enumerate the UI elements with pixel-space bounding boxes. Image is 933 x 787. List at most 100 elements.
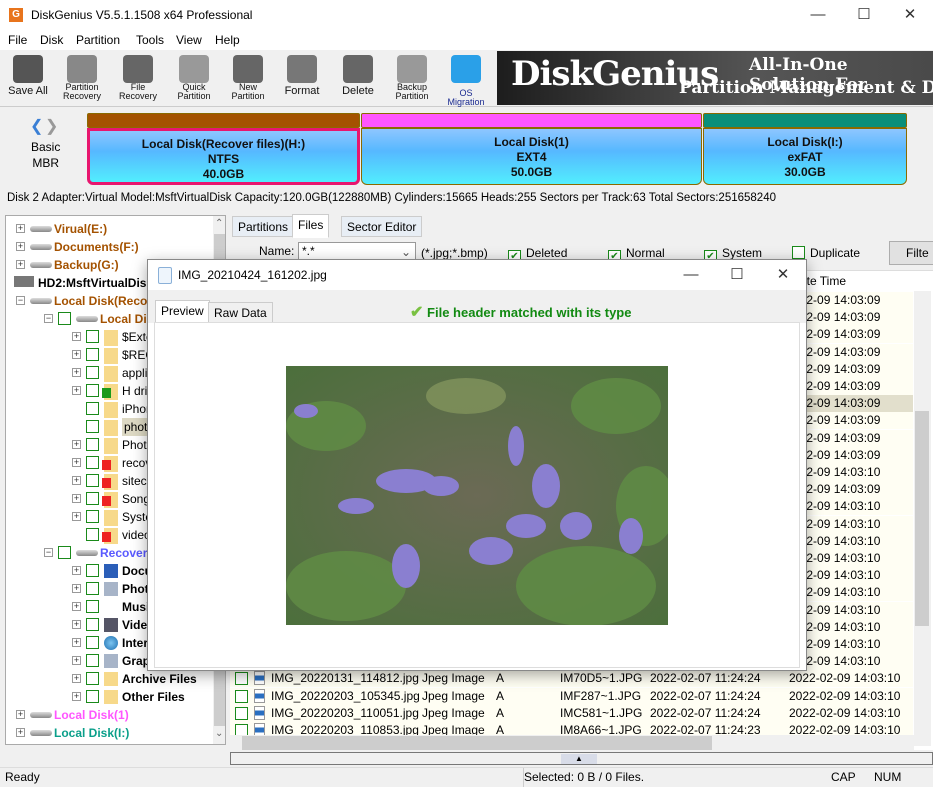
horizontal-scrollbar-thumb[interactable] xyxy=(242,736,712,750)
table-row[interactable]: IMG_20220131_114812.jpg Jpeg Image A IM70D5… xyxy=(230,670,913,688)
checkbox-box[interactable] xyxy=(792,246,805,259)
expand-minus-icon[interactable]: − xyxy=(44,548,53,557)
expand-plus-icon[interactable]: + xyxy=(16,242,25,251)
checkbox[interactable] xyxy=(86,384,99,397)
expand-plus-icon[interactable]: + xyxy=(72,584,81,593)
dialog-close-button[interactable]: ✕ xyxy=(760,260,806,288)
checkbox[interactable] xyxy=(86,618,99,631)
filter-duplicate-checkbox[interactable]: Duplicate xyxy=(792,246,860,260)
scroll-up-icon[interactable]: ⌃ xyxy=(215,218,223,229)
tree-item[interactable]: + Archive Files xyxy=(6,670,211,688)
close-button[interactable]: ✕ xyxy=(887,0,933,30)
toolbar-save-all-button[interactable]: Save All xyxy=(2,53,54,105)
checkbox[interactable] xyxy=(86,456,99,469)
expand-plus-icon[interactable]: + xyxy=(72,602,81,611)
menu-help[interactable]: Help xyxy=(215,33,240,47)
checkbox[interactable] xyxy=(86,564,99,577)
toolbar-new-partition-button[interactable]: New Partition xyxy=(222,53,274,105)
maximize-button[interactable]: ☐ xyxy=(841,0,887,30)
checkbox[interactable] xyxy=(86,582,99,595)
tree-item[interactable]: + Other Files xyxy=(6,688,211,706)
checkbox[interactable] xyxy=(58,312,71,325)
tab-partitions[interactable]: Partitions xyxy=(232,216,295,237)
expand-plus-icon[interactable]: + xyxy=(72,494,81,503)
tree-item[interactable]: + Local Disk(I:) xyxy=(6,724,211,742)
table-row[interactable]: IMG_20220203_105345.jpg Jpeg Image A IMF287… xyxy=(230,687,913,705)
tree-item[interactable]: + Local Disk(1) xyxy=(6,706,211,724)
checkbox[interactable] xyxy=(86,600,99,613)
expand-plus-icon[interactable]: + xyxy=(72,692,81,701)
checkbox[interactable] xyxy=(86,636,99,649)
row-checkbox[interactable] xyxy=(235,706,248,720)
expand-plus-icon[interactable]: + xyxy=(16,728,25,737)
checkbox[interactable] xyxy=(86,366,99,379)
expand-plus-icon[interactable]: + xyxy=(72,656,81,665)
checkbox[interactable] xyxy=(58,546,71,559)
tab-sector-editor[interactable]: Sector Editor xyxy=(341,216,423,237)
expand-plus-icon[interactable]: + xyxy=(72,566,81,575)
next-disk-arrow-icon[interactable]: ❯ xyxy=(45,116,58,136)
expand-plus-icon[interactable]: + xyxy=(72,332,81,341)
partition-block[interactable]: Local Disk(Recover files)(H:) NTFS 40.0GB xyxy=(87,113,360,185)
expand-plus-icon[interactable]: + xyxy=(72,386,81,395)
toolbar-file-recovery-button[interactable]: File Recovery xyxy=(112,53,164,105)
partition-block[interactable]: Local Disk(I:) exFAT 30.0GB xyxy=(703,113,907,185)
expand-plus-icon[interactable]: + xyxy=(72,368,81,377)
checkbox[interactable] xyxy=(86,510,99,523)
tree-item[interactable]: + Documents(F:) xyxy=(6,238,211,256)
minimize-button[interactable]: — xyxy=(795,0,841,30)
expand-plus-icon[interactable]: + xyxy=(72,620,81,629)
expand-plus-icon[interactable]: + xyxy=(72,638,81,647)
checkbox[interactable] xyxy=(86,528,99,541)
scroll-down-icon[interactable]: ⌄ xyxy=(215,728,223,739)
checkbox[interactable] xyxy=(86,654,99,667)
toolbar-format-button[interactable]: Format xyxy=(276,53,328,105)
dialog-tab-preview[interactable]: Preview xyxy=(155,300,210,324)
checkbox[interactable] xyxy=(86,420,99,433)
expand-minus-icon[interactable]: − xyxy=(16,296,25,305)
menu-file[interactable]: File xyxy=(8,33,27,47)
expand-plus-icon[interactable]: + xyxy=(72,476,81,485)
checkbox[interactable] xyxy=(86,330,99,343)
list-scrollbar-thumb[interactable] xyxy=(915,411,929,626)
toolbar-quick-partition-button[interactable]: Quick Partition xyxy=(168,53,220,105)
menu-disk[interactable]: Disk xyxy=(40,33,63,47)
row-checkbox[interactable] xyxy=(235,672,248,686)
expand-plus-icon[interactable]: + xyxy=(72,512,81,521)
panel-splitter[interactable]: ▲ xyxy=(230,752,933,765)
expand-plus-icon[interactable]: + xyxy=(16,710,25,719)
menu-tools[interactable]: Tools xyxy=(136,33,164,47)
row-checkbox[interactable] xyxy=(235,689,248,703)
table-row[interactable]: IMG_20220203_110051.jpg Jpeg Image A IMC581… xyxy=(230,704,913,722)
tree-item[interactable]: + Virual(E:) xyxy=(6,220,211,238)
checkbox[interactable] xyxy=(86,438,99,451)
checkbox[interactable] xyxy=(86,672,99,685)
toolbar-backup-partition-button[interactable]: Backup Partition xyxy=(386,53,438,105)
expand-plus-icon[interactable]: + xyxy=(72,350,81,359)
prev-disk-arrow-icon[interactable]: ❮ xyxy=(30,116,43,136)
expand-plus-icon[interactable]: + xyxy=(72,458,81,467)
checkbox[interactable] xyxy=(86,690,99,703)
checkbox[interactable] xyxy=(86,474,99,487)
partition-block[interactable]: Local Disk(1) EXT4 50.0GB xyxy=(361,113,702,185)
expand-plus-icon[interactable]: + xyxy=(16,260,25,269)
expand-plus-icon[interactable]: + xyxy=(16,224,25,233)
toolbar-partition-recovery-button[interactable]: Partition Recovery xyxy=(56,53,108,105)
collapse-arrow-icon[interactable]: ▲ xyxy=(561,754,597,764)
checkbox[interactable] xyxy=(86,492,99,505)
expand-plus-icon[interactable]: + xyxy=(72,674,81,683)
menu-partition[interactable]: Partition xyxy=(76,33,120,47)
dialog-minimize-button[interactable]: — xyxy=(668,260,714,288)
tab-files[interactable]: Files xyxy=(292,214,330,238)
checkbox[interactable] xyxy=(86,348,99,361)
word-icon xyxy=(104,564,118,578)
expand-minus-icon[interactable]: − xyxy=(44,314,53,323)
dialog-tab-raw-data[interactable]: Raw Data xyxy=(208,302,273,323)
menu-view[interactable]: View xyxy=(176,33,202,47)
toolbar-os-migration-button[interactable]: OS Migration xyxy=(440,53,492,107)
dialog-maximize-button[interactable]: ☐ xyxy=(714,260,760,288)
toolbar-delete-button[interactable]: Delete xyxy=(332,53,384,105)
expand-plus-icon[interactable]: + xyxy=(72,440,81,449)
filter-button[interactable]: Filte xyxy=(889,241,933,265)
checkbox[interactable] xyxy=(86,402,99,415)
